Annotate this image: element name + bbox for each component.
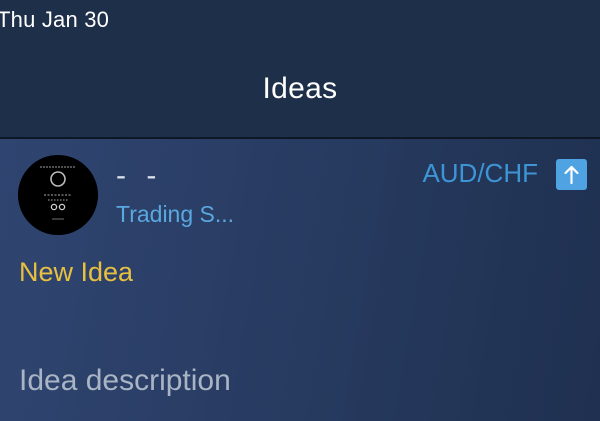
ideas-screen: Thu Jan 30 Ideas - - Trading S... AUD/CH… (0, 0, 600, 421)
author-name[interactable]: - - (116, 159, 162, 193)
status-time: Thu Jan 30 (0, 7, 110, 32)
avatar[interactable] (18, 155, 98, 235)
direction-button[interactable] (556, 159, 587, 190)
idea-card: - - Trading S... AUD/CHF New Idea Idea d… (0, 139, 600, 421)
author-subtitle[interactable]: Trading S... (116, 201, 234, 228)
idea-title-field[interactable]: New Idea (19, 257, 133, 288)
status-bar: Thu Jan 30 (0, 0, 600, 40)
arrow-up-icon (564, 165, 579, 185)
navigation-bar: Ideas (0, 40, 600, 137)
symbol-label[interactable]: AUD/CHF (422, 158, 538, 189)
page-title: Ideas (262, 72, 338, 105)
avatar-logo-icon (18, 155, 98, 235)
idea-description-field[interactable]: Idea description (19, 364, 231, 398)
